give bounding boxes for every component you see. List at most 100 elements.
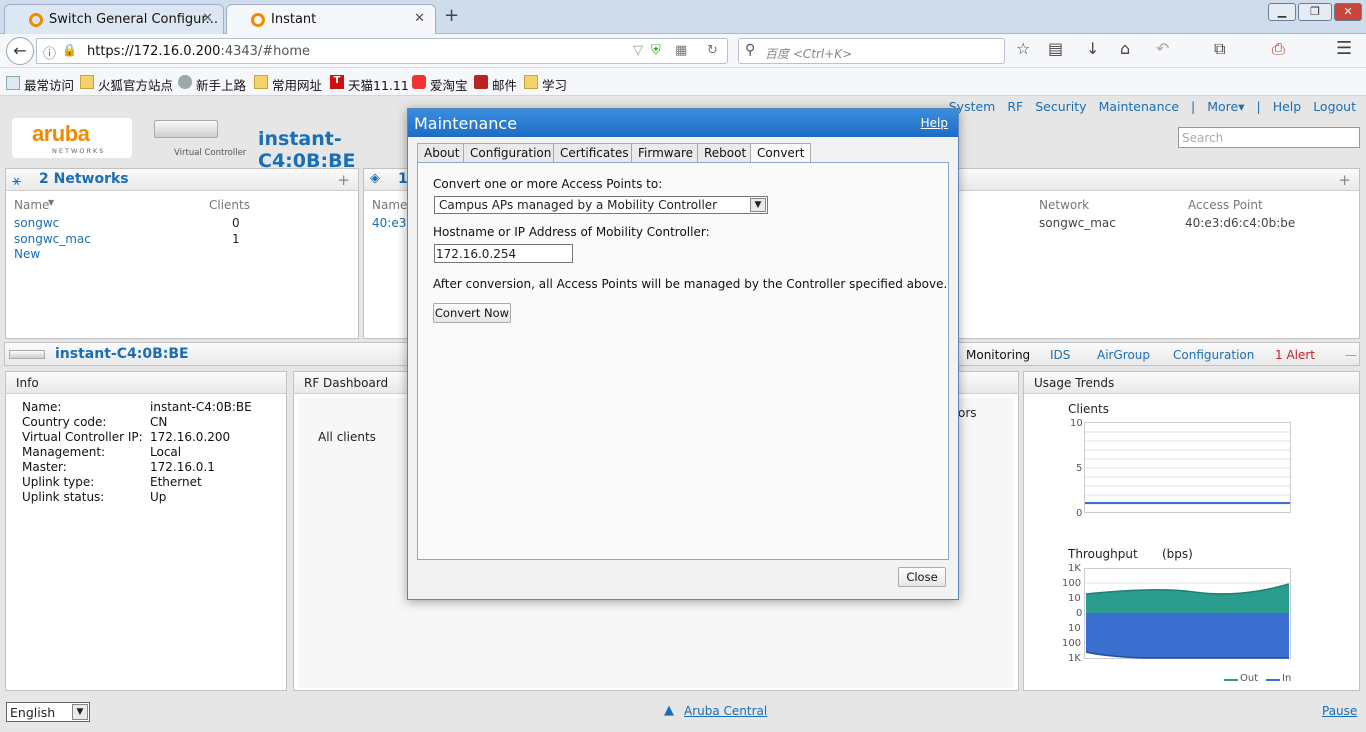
pause-link[interactable]: Pause — [1322, 704, 1357, 718]
app-search-input[interactable]: Search — [1178, 127, 1360, 148]
close-button[interactable]: Close — [898, 567, 946, 587]
bookmark-tmall[interactable]: T 天猫11.11 — [330, 75, 409, 94]
tab-firmware[interactable]: Firmware — [631, 143, 700, 163]
info-key: Virtual Controller IP: — [22, 430, 143, 444]
aruba-favicon-icon — [29, 13, 43, 27]
tab-reboot[interactable]: Reboot — [697, 143, 754, 163]
tab-certificates[interactable]: Certificates — [553, 143, 636, 163]
after-conversion-text: After conversion, all Access Points will… — [433, 277, 948, 291]
info-key: Country code: — [22, 415, 107, 429]
browser-tab-switch-config[interactable]: Switch General Configur... ✕ — [4, 4, 224, 34]
usage-trends-header: Usage Trends — [1024, 372, 1359, 394]
close-tab-icon[interactable]: ✕ — [414, 11, 425, 26]
pdf-icon[interactable]: ⎙ — [1272, 39, 1285, 59]
tab-ids[interactable]: IDS — [1050, 348, 1070, 362]
convert-target-select[interactable]: Campus APs managed by a Mobility Control… — [434, 196, 768, 214]
tab-monitoring[interactable]: Monitoring — [966, 348, 1030, 362]
lock-warning-icon[interactable]: 🔒 — [62, 43, 77, 57]
bookmark-most-visited[interactable]: 最常访问 — [6, 75, 74, 94]
networks-panel-header: ⚹ 2 Networks + — [6, 169, 358, 191]
col-access-point-header[interactable]: Access Point — [1188, 198, 1263, 212]
new-network-link[interactable]: New — [14, 247, 40, 261]
rf-partial-label: ors — [958, 406, 977, 420]
network-row-clients: 1 — [232, 232, 240, 246]
info-key: Management: — [22, 445, 106, 459]
bookmark-getting-started[interactable]: 新手上路 — [178, 75, 246, 94]
throughput-tick: 1K — [1068, 563, 1081, 574]
usage-trends-panel: Usage Trends Clients 10 5 0 Throughput (… — [1023, 371, 1360, 691]
tab-airgroup[interactable]: AirGroup — [1097, 348, 1150, 362]
nav-security[interactable]: Security — [1035, 99, 1086, 114]
home-icon[interactable]: ⌂ — [1120, 39, 1130, 58]
col-name-header[interactable]: Name — [14, 198, 49, 212]
back-icon[interactable]: ← — [6, 37, 34, 65]
controller-host-value: 172.16.0.254 — [436, 247, 517, 261]
network-row-name[interactable]: songwc — [14, 216, 59, 230]
tab-about[interactable]: About — [417, 143, 467, 163]
alert-link[interactable]: 1 Alert — [1275, 348, 1315, 362]
access-points-panel: ◈ 1 Name 40:e3 — [363, 168, 413, 339]
new-tab-icon[interactable]: + — [444, 5, 459, 26]
shield-icon[interactable]: ⛨ — [651, 43, 661, 58]
clients-chart-label: Clients — [1068, 402, 1109, 416]
aruba-central-icon: ▲ — [664, 703, 674, 718]
undo-icon[interactable]: ↶ — [1156, 39, 1169, 58]
help-link[interactable]: Help — [921, 116, 948, 130]
info-value: Up — [150, 490, 167, 504]
throughput-chart-label: Throughput — [1068, 547, 1138, 561]
bookmark-star-icon[interactable]: ☆ — [1016, 39, 1030, 58]
bookmark-aitaobao[interactable]: 爱淘宝 — [412, 75, 468, 94]
col-network-header[interactable]: Network — [1039, 198, 1089, 212]
browser-search-box[interactable]: ⚲ 百度 <Ctrl+K> — [738, 38, 1005, 64]
browser-tab-instant[interactable]: Instant ✕ — [226, 4, 436, 34]
sort-arrow-icon: ▼ — [48, 198, 55, 207]
col-clients-header[interactable]: Clients — [209, 198, 250, 212]
crop-screenshot-icon[interactable]: ⧉ — [1214, 39, 1225, 59]
nav-more[interactable]: More▾ — [1207, 99, 1244, 114]
dropdown-arrow-icon[interactable]: ▽ — [633, 43, 643, 58]
aruba-central-link[interactable]: Aruba Central — [684, 704, 767, 718]
col-ap-name-header[interactable]: Name — [372, 198, 407, 212]
reload-icon[interactable]: ↻ — [707, 43, 718, 58]
clients-tick: 0 — [1076, 508, 1083, 519]
tab-convert[interactable]: Convert — [750, 143, 812, 163]
bookmark-mail[interactable]: 邮件 — [474, 75, 517, 94]
network-row-name[interactable]: songwc_mac — [14, 232, 91, 246]
info-value: CN — [150, 415, 168, 429]
controller-host-input[interactable]: 172.16.0.254 — [434, 244, 573, 263]
tab-configuration[interactable]: Configuration — [1173, 348, 1254, 362]
qr-code-icon[interactable]: ▦ — [675, 43, 687, 58]
dialog-title-bar: Maintenance Help — [408, 109, 958, 137]
close-tab-icon[interactable]: ✕ — [202, 11, 213, 26]
add-network-icon[interactable]: + — [337, 171, 350, 189]
info-value: 172.16.0.1 — [150, 460, 215, 474]
window-close-icon[interactable]: ✕ — [1334, 3, 1362, 21]
info-icon[interactable]: ⓘ — [43, 43, 56, 62]
usage-trends-title: Usage Trends — [1034, 376, 1115, 390]
bookmark-firefox-site[interactable]: 火狐官方站点 — [80, 75, 173, 94]
throughput-in-area — [1086, 613, 1289, 658]
menu-icon[interactable]: ☰ — [1336, 38, 1352, 59]
tab-configuration[interactable]: Configuration — [463, 143, 559, 163]
access-point-icon: ◈ — [370, 171, 380, 186]
collapse-icon[interactable]: — — [1345, 348, 1357, 362]
nav-help[interactable]: Help — [1273, 99, 1302, 114]
info-key: Name: — [22, 400, 62, 414]
ap-row-name[interactable]: 40:e3 — [372, 216, 406, 230]
dialog-title: Maintenance — [414, 114, 518, 133]
add-client-icon[interactable]: + — [1338, 171, 1351, 189]
download-icon[interactable]: ↓ — [1086, 39, 1099, 58]
nav-maintenance[interactable]: Maintenance — [1099, 99, 1180, 114]
bookmark-study[interactable]: 学习 — [524, 75, 567, 94]
restore-icon[interactable]: ❐ — [1298, 3, 1332, 21]
language-select[interactable]: English ▼ — [6, 702, 90, 722]
reading-list-icon[interactable]: ▤ — [1048, 39, 1063, 58]
minimize-icon[interactable]: ▁ — [1268, 3, 1296, 21]
all-clients-label[interactable]: All clients — [318, 430, 376, 444]
bookmark-common-sites[interactable]: 常用网址 — [254, 75, 322, 94]
address-bar[interactable]: ⓘ 🔒 https://172.16.0.200:4343/#home ▽ ⛨ … — [36, 38, 728, 64]
nav-logout[interactable]: Logout — [1313, 99, 1356, 114]
logo-wordmark: aruba — [32, 121, 90, 146]
convert-now-button[interactable]: Convert Now — [433, 303, 511, 323]
nav-rf[interactable]: RF — [1007, 99, 1023, 114]
